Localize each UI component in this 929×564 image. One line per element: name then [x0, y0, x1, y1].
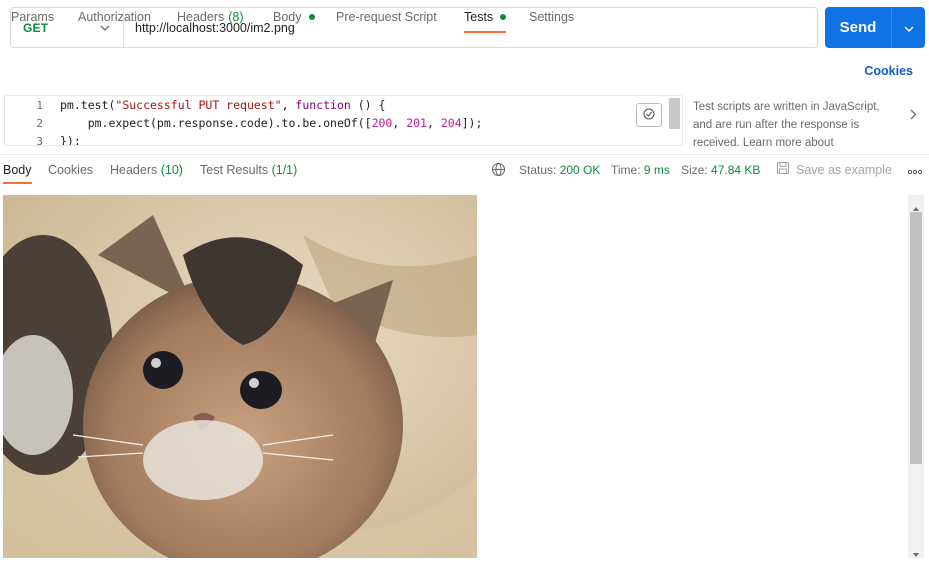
more-icon[interactable] — [907, 163, 923, 178]
tab-body-label: Body — [273, 10, 302, 24]
tab-headers[interactable]: Headers (8) — [177, 6, 244, 28]
tab-settings[interactable]: Settings — [529, 6, 574, 28]
beautify-icon — [642, 107, 656, 124]
code-line-1: pm.test("Successful PUT request", functi… — [60, 98, 385, 112]
response-image — [3, 195, 477, 558]
code-number: 204 — [440, 116, 462, 130]
code-token: , — [392, 116, 407, 130]
beautify-button[interactable] — [636, 103, 662, 127]
tab-authorization-label: Authorization — [78, 10, 151, 24]
time-readout: Time: 9 ms — [611, 163, 670, 177]
send-button[interactable]: Send — [825, 7, 892, 48]
code-token: , — [426, 116, 441, 130]
line-number: 1 — [36, 99, 43, 112]
status-readout: Status: 200 OK — [519, 163, 600, 177]
response-tab-body[interactable]: Body — [3, 163, 32, 184]
tab-tests[interactable]: Tests — [464, 6, 507, 33]
send-group: Send — [825, 7, 925, 48]
size-readout: Size: 47.84 KB — [681, 163, 760, 177]
response-tab-test-results-label: Test Results — [200, 163, 269, 177]
modified-dot — [500, 14, 507, 20]
code-number: 200 — [371, 116, 393, 130]
response-tab-cookies[interactable]: Cookies — [48, 163, 93, 177]
modified-dot — [308, 14, 315, 20]
response-tab-test-results[interactable]: Test Results (1/1) — [200, 163, 297, 177]
size-label: Size: — [681, 163, 708, 177]
size-value: 47.84 KB — [711, 163, 761, 177]
save-as-example-button[interactable]: Save as example — [776, 161, 892, 178]
cookies-link[interactable]: Cookies — [864, 64, 913, 78]
status-label: Status: — [519, 163, 557, 177]
line-number: 2 — [36, 117, 43, 130]
response-scrollbar-thumb[interactable] — [910, 212, 922, 464]
chevron-right-icon[interactable] — [910, 108, 917, 123]
response-tab-test-results-count: (1/1) — [271, 163, 298, 177]
help-line: and are run after the response is — [693, 119, 860, 131]
code-number: 201 — [406, 116, 427, 130]
response-tab-headers-count: (10) — [160, 163, 183, 177]
tab-params[interactable]: Params — [11, 6, 54, 28]
line-gutter: 1 2 3 — [5, 96, 49, 145]
tab-headers-count: (8) — [228, 10, 244, 24]
line-number: 3 — [36, 135, 43, 146]
tab-params-label: Params — [11, 10, 55, 24]
code-line-3: }); — [60, 134, 81, 146]
scroll-up-icon[interactable] — [912, 200, 920, 215]
divider — [0, 154, 929, 155]
chevron-down-icon — [904, 20, 914, 35]
status-value: 200 OK — [559, 163, 601, 177]
help-line: Test scripts are written in JavaScript, — [693, 101, 880, 113]
test-scripts-help: Test scripts are written in JavaScript, … — [693, 98, 898, 152]
tab-settings-label: Settings — [529, 10, 575, 24]
tab-authorization[interactable]: Authorization — [78, 6, 151, 28]
response-tab-headers-label: Headers — [110, 163, 158, 177]
code-token: ]); — [461, 116, 483, 130]
code-token: () { — [350, 98, 386, 112]
kitten-photo — [3, 195, 477, 558]
code-token: , — [281, 98, 296, 112]
tab-headers-label: Headers — [177, 10, 225, 24]
globe-icon[interactable] — [491, 162, 506, 180]
code-keyword: function — [295, 98, 351, 112]
code-token: pm.expect(pm.response.code).to.be.oneOf(… — [60, 116, 372, 130]
time-label: Time: — [611, 163, 641, 177]
send-options-button[interactable] — [892, 7, 925, 48]
save-icon — [776, 161, 790, 178]
code-line-2: pm.expect(pm.response.code).to.be.oneOf(… — [60, 116, 483, 130]
scroll-down-icon[interactable] — [912, 546, 920, 561]
code-string: "Successful PUT request" — [115, 98, 282, 112]
help-line[interactable]: received. Learn more about — [693, 134, 898, 152]
test-script-editor[interactable]: 1 2 3 pm.test("Successful PUT request", … — [4, 95, 683, 146]
tab-pre-request-script[interactable]: Pre-request Script — [336, 6, 437, 28]
response-tab-headers[interactable]: Headers (10) — [110, 163, 183, 177]
code-token: pm.test( — [60, 98, 116, 112]
time-value: 9 ms — [643, 163, 670, 177]
tab-body[interactable]: Body — [273, 6, 315, 28]
tab-pre-request-label: Pre-request Script — [336, 10, 437, 24]
save-as-example-label: Save as example — [796, 162, 892, 177]
tab-tests-label: Tests — [464, 10, 494, 24]
editor-scrollbar[interactable] — [669, 98, 680, 129]
